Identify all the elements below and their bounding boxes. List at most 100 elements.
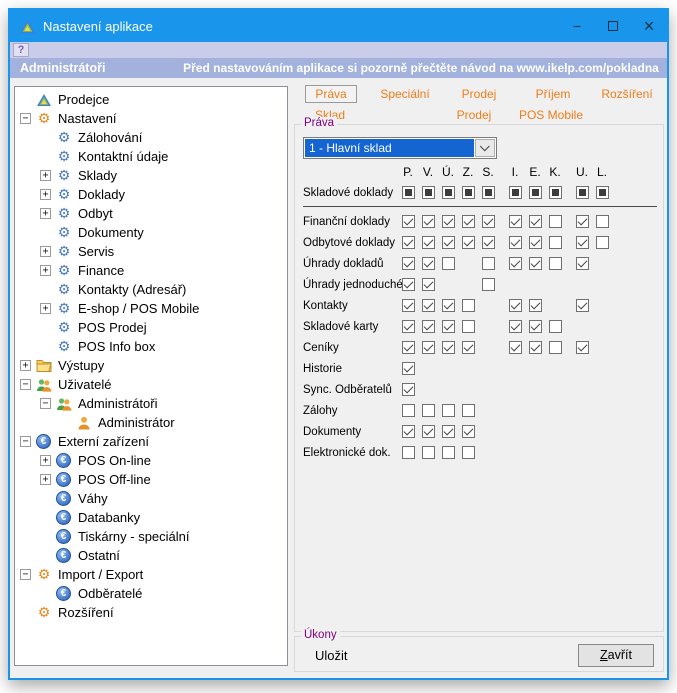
tree-item[interactable]: €Databanky [15, 508, 287, 527]
tree-item[interactable]: ⚙Dokumenty [15, 223, 287, 242]
checkbox-mixed[interactable] [576, 186, 589, 199]
checkbox-checked[interactable] [442, 425, 455, 438]
checkbox-mixed[interactable] [549, 186, 562, 199]
tree-item[interactable]: +⚙Odbyt [15, 204, 287, 223]
tab-specialni[interactable]: Speciální [371, 86, 438, 102]
checkbox-checked[interactable] [529, 257, 542, 270]
collapse-icon[interactable]: − [20, 569, 31, 580]
checkbox-unchecked[interactable] [402, 446, 415, 459]
checkbox-unchecked[interactable] [402, 404, 415, 417]
checkbox-checked[interactable] [402, 341, 415, 354]
checkbox-checked[interactable] [529, 236, 542, 249]
checkbox-unchecked[interactable] [462, 446, 475, 459]
checkbox-mixed[interactable] [529, 186, 542, 199]
checkbox-mixed[interactable] [422, 186, 435, 199]
save-button[interactable]: Uložit [315, 648, 348, 663]
checkbox-checked[interactable] [509, 257, 522, 270]
checkbox-checked[interactable] [462, 236, 475, 249]
collapse-icon[interactable]: − [40, 398, 51, 409]
checkbox-unchecked[interactable] [442, 257, 455, 270]
checkbox-checked[interactable] [442, 341, 455, 354]
tree-item[interactable]: Administrátor [15, 413, 287, 432]
expand-icon[interactable]: + [20, 360, 31, 371]
checkbox-checked[interactable] [576, 299, 589, 312]
tree-item[interactable]: +€POS Off-line [15, 470, 287, 489]
collapse-icon[interactable]: − [20, 379, 31, 390]
expand-icon[interactable]: + [40, 265, 51, 276]
expand-icon[interactable]: + [40, 246, 51, 257]
tree-item[interactable]: +€POS On-line [15, 451, 287, 470]
tree-item[interactable]: Prodejce [15, 90, 287, 109]
checkbox-checked[interactable] [422, 278, 435, 291]
tree-item[interactable]: ⚙POS Prodej [15, 318, 287, 337]
checkbox-unchecked[interactable] [596, 215, 609, 228]
tree-item[interactable]: €Odběratelé [15, 584, 287, 603]
tree-item[interactable]: −€Externí zařízení [15, 432, 287, 451]
warehouse-select-dropdown-button[interactable] [475, 139, 495, 157]
tree-item[interactable]: +⚙Sklady [15, 166, 287, 185]
checkbox-checked[interactable] [442, 299, 455, 312]
checkbox-checked[interactable] [462, 341, 475, 354]
tab-pos-mobile[interactable]: POS Mobile [510, 107, 592, 123]
checkbox-unchecked[interactable] [462, 320, 475, 333]
checkbox-unchecked[interactable] [482, 257, 495, 270]
expand-icon[interactable]: + [40, 303, 51, 314]
checkbox-unchecked[interactable] [462, 404, 475, 417]
checkbox-unchecked[interactable] [549, 257, 562, 270]
checkbox-checked[interactable] [529, 320, 542, 333]
checkbox-checked[interactable] [402, 236, 415, 249]
checkbox-checked[interactable] [422, 425, 435, 438]
tree-item[interactable]: +⚙E-shop / POS Mobile [15, 299, 287, 318]
help-button[interactable]: ? [13, 43, 29, 57]
checkbox-checked[interactable] [576, 215, 589, 228]
checkbox-checked[interactable] [422, 257, 435, 270]
checkbox-checked[interactable] [462, 425, 475, 438]
checkbox-checked[interactable] [402, 278, 415, 291]
warehouse-select[interactable]: 1 - Hlavní sklad [303, 137, 497, 159]
checkbox-checked[interactable] [576, 257, 589, 270]
checkbox-mixed[interactable] [482, 186, 495, 199]
checkbox-mixed[interactable] [442, 186, 455, 199]
checkbox-unchecked[interactable] [442, 446, 455, 459]
expand-icon[interactable]: + [40, 208, 51, 219]
tab-prava[interactable]: Práva [305, 85, 356, 103]
checkbox-unchecked[interactable] [549, 341, 562, 354]
tree-item[interactable]: ⚙POS Info box [15, 337, 287, 356]
tree-item[interactable]: −⚙Nastavení [15, 109, 287, 128]
tree-item[interactable]: −⚙Import / Export [15, 565, 287, 584]
checkbox-checked[interactable] [462, 215, 475, 228]
checkbox-checked[interactable] [422, 320, 435, 333]
checkbox-unchecked[interactable] [462, 299, 475, 312]
tab-prijem[interactable]: Příjem [527, 86, 580, 102]
checkbox-checked[interactable] [402, 215, 415, 228]
checkbox-checked[interactable] [576, 341, 589, 354]
tree-item[interactable]: −Administrátoři [15, 394, 287, 413]
tree-item[interactable]: ⚙Zálohování [15, 128, 287, 147]
tree-item[interactable]: +Výstupy [15, 356, 287, 375]
checkbox-mixed[interactable] [462, 186, 475, 199]
checkbox-checked[interactable] [482, 236, 495, 249]
checkbox-unchecked[interactable] [596, 236, 609, 249]
checkbox-mixed[interactable] [402, 186, 415, 199]
checkbox-checked[interactable] [509, 299, 522, 312]
checkbox-checked[interactable] [509, 320, 522, 333]
checkbox-checked[interactable] [529, 299, 542, 312]
tree-item[interactable]: ⚙Kontakty (Adresář) [15, 280, 287, 299]
tree-item[interactable]: +⚙Doklady [15, 185, 287, 204]
expand-icon[interactable]: + [40, 455, 51, 466]
tab-prodej[interactable]: Prodej [453, 86, 506, 102]
checkbox-unchecked[interactable] [549, 236, 562, 249]
close-button[interactable]: × [631, 10, 667, 42]
checkbox-unchecked[interactable] [549, 215, 562, 228]
checkbox-checked[interactable] [422, 215, 435, 228]
tree-item[interactable]: +⚙Finance [15, 261, 287, 280]
tree-item[interactable]: ⚙Rozšíření [15, 603, 287, 622]
checkbox-unchecked[interactable] [442, 404, 455, 417]
close-dialog-button[interactable]: Zavřít [578, 644, 654, 667]
checkbox-checked[interactable] [402, 425, 415, 438]
expand-icon[interactable]: + [40, 170, 51, 181]
tree-item[interactable]: −Uživatelé [15, 375, 287, 394]
checkbox-checked[interactable] [402, 257, 415, 270]
checkbox-mixed[interactable] [509, 186, 522, 199]
checkbox-checked[interactable] [576, 236, 589, 249]
